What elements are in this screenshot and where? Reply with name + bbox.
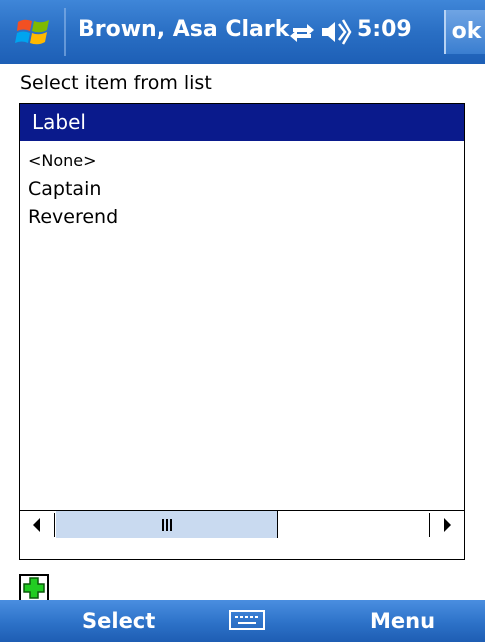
keyboard-icon[interactable] [228,608,266,632]
select-prompt: Select item from list [20,72,212,94]
select-softkey[interactable]: Select [82,609,155,633]
scroll-left-button[interactable] [20,513,55,537]
add-button[interactable] [19,574,49,602]
scroll-right-button[interactable] [429,513,464,537]
list-item[interactable]: Reverend [28,203,118,231]
windows-start-flag-icon[interactable] [14,12,54,52]
grip-icon [161,518,172,531]
plus-icon [23,577,45,599]
menu-softkey[interactable]: Menu [370,609,435,633]
list-header-label[interactable]: Label [20,104,464,141]
scrollbar-thumb[interactable] [56,511,278,538]
arrow-right-icon [444,518,451,532]
title-separator [64,8,66,56]
arrow-left-icon [33,518,40,532]
app-title: Brown, Asa Clark [78,17,290,42]
list-items: <None> Captain Reverend [28,147,118,231]
list-item[interactable]: Captain [28,175,118,203]
title-bar: Brown, Asa Clark 5:09 ok [0,0,485,64]
volume-icon[interactable] [320,18,352,46]
softkey-bar: Select Menu [0,600,485,642]
horizontal-scrollbar[interactable] [20,510,464,539]
item-list[interactable]: Label <None> Captain Reverend [19,103,465,560]
ok-button[interactable]: ok [444,10,485,54]
list-item[interactable]: <None> [28,147,118,175]
connectivity-icon[interactable] [287,18,317,46]
clock[interactable]: 5:09 [357,17,412,42]
